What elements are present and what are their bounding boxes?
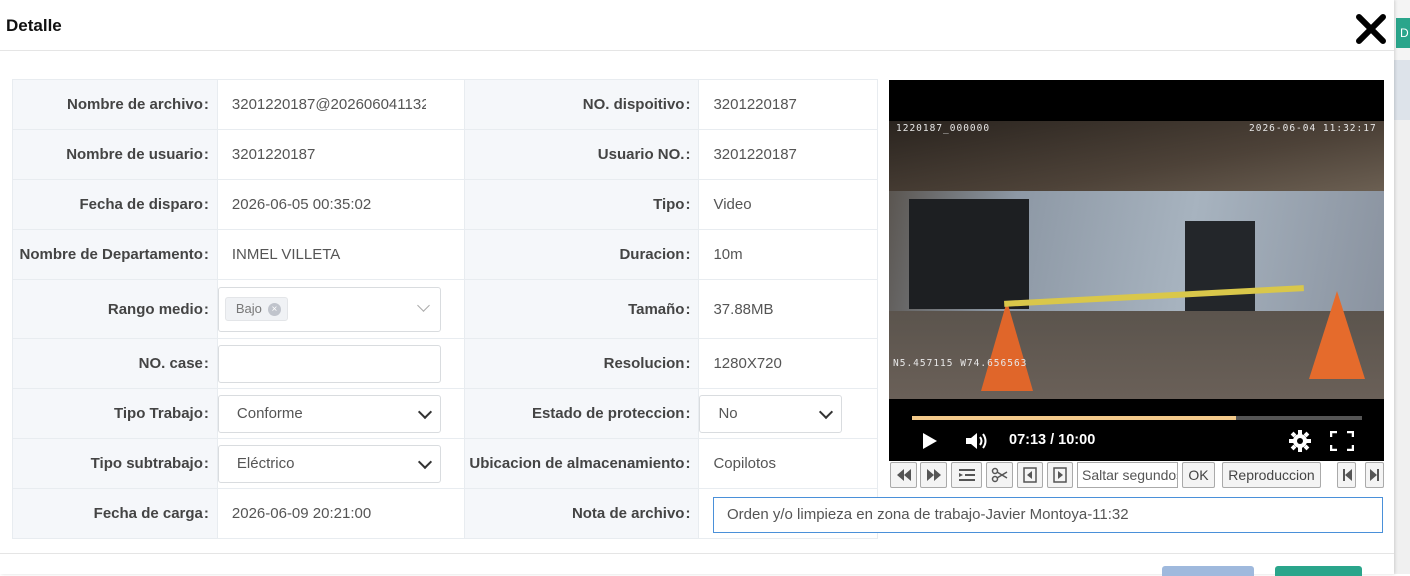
seek-seconds-input[interactable]: Saltar segundos: [1077, 462, 1178, 488]
ok-button[interactable]: OK: [1182, 462, 1215, 488]
user-no-value: 3201220187: [698, 129, 878, 180]
table-row: Tipo Trabajo: Conforme Estado de protecc…: [12, 388, 878, 439]
case-label: NO. case: [138, 355, 203, 372]
protection-label: Estado de proteccion: [531, 405, 685, 422]
player-toolbar: Saltar segundos OK Reproduccion: [889, 461, 1384, 490]
duration-value: 10m: [698, 229, 878, 280]
file-name-label: Nombre de archivo: [67, 96, 203, 113]
type-value: Video: [698, 179, 878, 230]
osd-gps: N5.457115 W74.656563: [893, 358, 1028, 369]
note-label: Nota de archivo: [571, 505, 685, 522]
volume-icon[interactable]: [965, 431, 989, 456]
table-row: Nombre de Departamento: INMEL VILLETA Du…: [12, 229, 878, 280]
note-input[interactable]: Orden y/o limpieza en zona de trabajo-Ja…: [713, 497, 1383, 533]
work-type-label: Tipo Trabajo: [113, 405, 203, 422]
table-row: Nombre de archivo: 3201220187@2026060411…: [12, 79, 878, 130]
duration-label: Duracion: [619, 246, 685, 263]
skip-end-icon[interactable]: [1365, 462, 1384, 488]
resolution-value: 1280X720: [698, 338, 878, 389]
file-name-value: 3201220187@20260604113217: [231, 96, 426, 113]
time-display: 07:13 / 10:00: [1009, 432, 1096, 448]
scissors-icon[interactable]: [986, 462, 1013, 488]
video-frame[interactable]: 1220187_000000 2026-06-04 11:32:17 N5.45…: [889, 121, 1384, 399]
user-name-value: 3201220187: [216, 129, 465, 180]
detail-table: Nombre de archivo: 3201220187@2026060411…: [12, 79, 878, 539]
modal-title: Detalle: [6, 16, 62, 35]
user-name-label: Nombre de usuario: [66, 146, 203, 163]
cancel-button[interactable]: [1162, 566, 1254, 576]
chevron-down-icon: [417, 404, 432, 419]
resolution-label: Resolucion: [603, 355, 685, 372]
subwork-select[interactable]: Eléctrico: [218, 444, 441, 483]
next-frame-icon[interactable]: [1047, 462, 1073, 488]
table-row: Rango medio: Bajo × Tamaño: 37.88MB: [12, 279, 878, 339]
progress-bar[interactable]: [912, 416, 1362, 420]
table-row: NO. case: Resolucion: 1280X720: [12, 338, 878, 389]
case-input[interactable]: [218, 344, 441, 383]
play-icon[interactable]: [922, 432, 938, 455]
tag-remove-icon[interactable]: ×: [267, 302, 281, 316]
backdrop: [1394, 0, 1410, 574]
trigger-date-value: 2026-06-05 00:35:02: [216, 179, 465, 230]
storage-value: Copilotos: [698, 438, 878, 489]
range-multiselect[interactable]: Bajo ×: [218, 286, 441, 332]
range-label: Rango medio: [107, 300, 203, 318]
department-value: INMEL VILLETA: [216, 229, 465, 280]
department-label: Nombre de Departamento: [19, 246, 203, 263]
prev-frame-icon[interactable]: [1017, 462, 1043, 488]
playlist-icon[interactable]: [951, 462, 982, 488]
osd-datetime: 2026-06-04 11:32:17: [1249, 123, 1377, 134]
chevron-down-icon: [819, 404, 834, 419]
work-type-select[interactable]: Conforme: [218, 394, 441, 433]
chevron-down-icon: [417, 454, 432, 469]
skip-start-icon[interactable]: [1337, 462, 1356, 488]
progress-fill: [912, 416, 1236, 420]
device-no-value: 3201220187: [698, 79, 878, 130]
upload-date-value: 2026-06-09 20:21:00: [216, 488, 465, 539]
range-tag: Bajo ×: [224, 296, 288, 321]
backdrop-button: D: [1396, 18, 1410, 48]
trigger-date-label: Fecha de disparo: [79, 196, 203, 213]
table-row: Fecha de disparo: 2026-06-05 00:35:02 Ti…: [12, 179, 878, 230]
close-icon[interactable]: [1354, 12, 1388, 46]
device-no-label: NO. dispoitivo: [582, 96, 685, 113]
modal-header: Detalle: [0, 0, 1394, 51]
playback-button[interactable]: Reproduccion: [1222, 462, 1321, 488]
video-player[interactable]: 1220187_000000 2026-06-04 11:32:17 N5.45…: [889, 80, 1384, 461]
gear-icon[interactable]: [1289, 430, 1311, 457]
size-value: 37.88MB: [698, 279, 878, 339]
fast-forward-icon[interactable]: [920, 462, 947, 488]
osd-device-id: 1220187_000000: [896, 123, 991, 134]
rewind-icon[interactable]: [890, 462, 917, 488]
chevron-down-icon: [417, 298, 430, 312]
type-label: Tipo: [653, 196, 685, 213]
save-button[interactable]: [1275, 566, 1362, 576]
size-label: Tamaño: [628, 300, 685, 318]
subwork-label: Tipo subtrabajo: [90, 455, 203, 472]
upload-date-label: Fecha de carga: [93, 505, 203, 522]
fullscreen-icon[interactable]: [1329, 430, 1355, 456]
table-row: Nombre de usuario: 3201220187 Usuario NO…: [12, 129, 878, 180]
user-no-label: Usuario NO.: [597, 146, 685, 163]
storage-label: Ubicacion de almacenamiento: [469, 455, 685, 472]
protection-select[interactable]: No: [699, 394, 843, 433]
detail-modal: Detalle Nombre de archivo: 3201220187@20…: [0, 0, 1394, 576]
table-row: Tipo subtrabajo: Eléctrico Ubicacion de …: [12, 438, 878, 489]
